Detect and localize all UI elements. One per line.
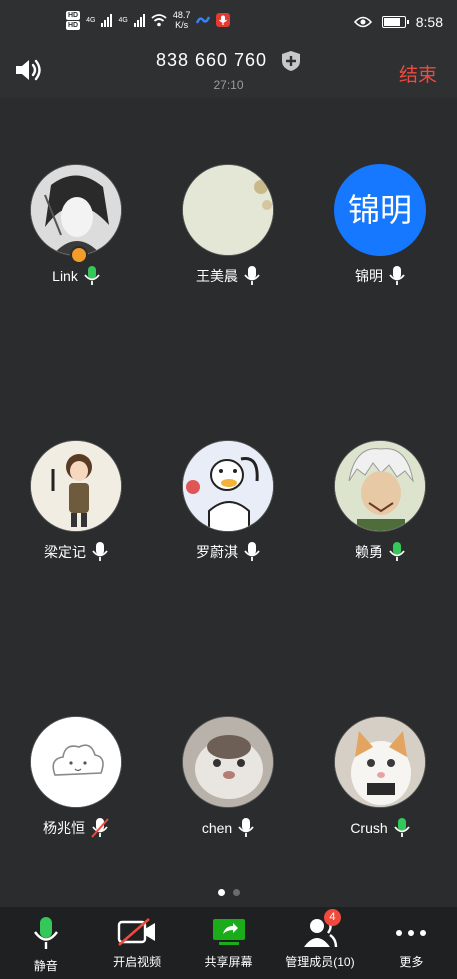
mic-active-icon: [33, 917, 58, 949]
more-label: 更多: [399, 955, 424, 969]
participant-grid: Link 王美晨 锦明 锦明 梁定记 罗蔚淇 赖勇 杨兆恒 chen Crush: [0, 98, 457, 906]
mic-active-icon: [393, 818, 410, 838]
network-type-1: 4G: [86, 16, 96, 24]
more-icon: [396, 930, 427, 936]
participant-tile[interactable]: 罗蔚淇: [163, 440, 293, 590]
participant-name: 杨兆恒: [43, 820, 85, 836]
hd-indicators: HD HD: [66, 10, 81, 30]
eye-icon: [353, 16, 372, 28]
hd-label-2: HD: [66, 20, 81, 30]
avatar: [30, 716, 122, 808]
avatar: 锦明: [334, 164, 426, 256]
participant-tile[interactable]: Link: [11, 164, 141, 314]
participant-name: Link: [52, 268, 78, 284]
mute-label: 静音: [33, 959, 58, 973]
speed-value: 48.7: [172, 10, 191, 20]
avatar: [30, 440, 122, 532]
shield-icon: [282, 51, 301, 72]
avatar: [30, 164, 122, 256]
battery-icon: [381, 16, 409, 28]
hd-label-1: HD: [66, 10, 81, 20]
participant-tile[interactable]: 赖勇: [315, 440, 445, 590]
participant-tile[interactable]: Crush: [315, 716, 445, 866]
video-off-icon: [117, 918, 156, 946]
participant-name: 赖勇: [355, 544, 383, 560]
mic-active-icon: [84, 266, 100, 286]
participant-name: 梁定记: [44, 544, 86, 560]
members-label: 管理成员(10): [285, 955, 355, 969]
members-badge: 4: [323, 909, 341, 926]
mic-icon: [244, 266, 260, 286]
mic-icon: [244, 542, 260, 562]
share-screen-icon: [212, 919, 245, 945]
avatar: [334, 440, 426, 532]
video-label: 开启视频: [113, 955, 162, 969]
participant-tile[interactable]: 锦明 锦明: [315, 164, 445, 314]
mic-muted-icon: [91, 818, 109, 838]
mic-icon: [389, 266, 405, 286]
participant-name: 王美晨: [196, 268, 238, 284]
host-badge-icon: [70, 246, 88, 264]
participant-tile[interactable]: 杨兆恒: [11, 716, 141, 866]
participant-name: Crush: [350, 820, 388, 836]
wifi-icon: [151, 14, 167, 27]
page-dot-1[interactable]: [217, 889, 225, 896]
share-label: 共享屏幕: [204, 955, 253, 969]
recording-mic-icon: [216, 13, 231, 27]
meeting-id-row[interactable]: 838 660 760: [0, 50, 457, 72]
network-speed: 48.7 K/s: [173, 10, 191, 30]
status-bar: HD HD 4G 4G 48.7 K/s 8:58: [0, 0, 457, 44]
avatar: [182, 440, 274, 532]
signal-icon: [101, 13, 113, 27]
end-meeting-button[interactable]: 结束: [399, 60, 437, 87]
meeting-app-icon: [196, 16, 211, 24]
avatar-initials: 锦明: [347, 192, 412, 228]
avatar: [334, 716, 426, 808]
meeting-timer: 27:10: [213, 78, 244, 92]
page-dot-2[interactable]: [232, 889, 240, 896]
participant-name: chen: [201, 820, 233, 836]
avatar: [182, 716, 274, 808]
mic-active-icon: [389, 542, 405, 562]
meeting-id: 838 660 760: [155, 50, 268, 70]
participant-tile[interactable]: chen: [163, 716, 293, 866]
page-indicator[interactable]: [0, 889, 457, 896]
participant-name: 锦明: [355, 268, 383, 284]
meeting-toolbar: 静音 开启视频 共享屏幕 4 管理成员(10) 更多: [0, 907, 457, 979]
mic-icon: [238, 818, 254, 838]
network-type-2: 4G: [118, 16, 128, 24]
clock: 8:58: [415, 14, 443, 30]
start-video-button[interactable]: 开启视频: [91, 907, 182, 979]
participant-name: 罗蔚淇: [196, 544, 238, 560]
speed-unit: K/s: [175, 20, 189, 30]
share-screen-button[interactable]: 共享屏幕: [183, 907, 274, 979]
participant-tile[interactable]: 梁定记: [11, 440, 141, 590]
signal-icon-2: [133, 13, 145, 27]
participant-tile[interactable]: 王美晨: [163, 164, 293, 314]
avatar: [182, 164, 274, 256]
mic-icon: [92, 542, 108, 562]
manage-members-button[interactable]: 4 管理成员(10): [274, 907, 365, 979]
more-button[interactable]: 更多: [366, 907, 457, 979]
meeting-header: 838 660 760 27:10 结束: [0, 44, 457, 98]
mute-button[interactable]: 静音: [0, 907, 91, 979]
